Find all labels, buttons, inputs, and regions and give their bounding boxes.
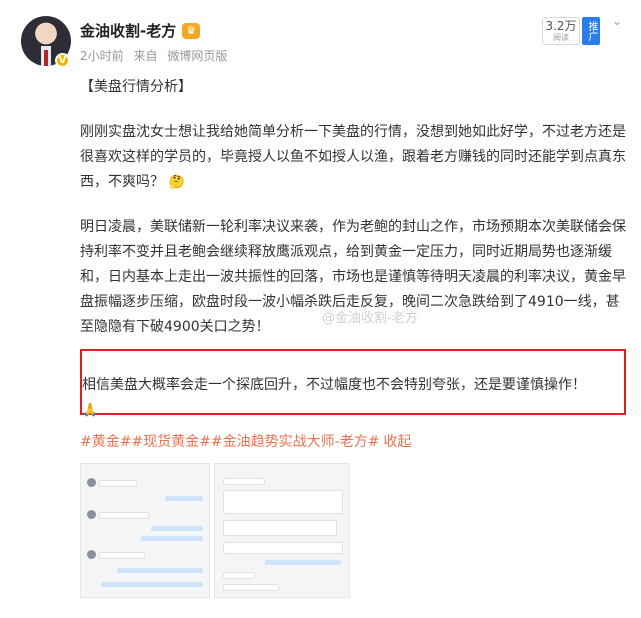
avatar-tie xyxy=(44,50,48,66)
chat-bubble xyxy=(117,568,203,573)
chat-bubble xyxy=(223,520,337,536)
post-content: 【美盘行情分析】 刚刚实盘沈女士想让我给她简单分析一下美盘的行情，没想到她如此好… xyxy=(80,70,626,340)
collapse-link[interactable]: 收起 xyxy=(383,434,411,450)
chevron-down-icon[interactable]: ⌄ xyxy=(612,14,622,28)
chat-bubble xyxy=(223,490,343,514)
paragraph-2: 明日凌晨，美联储新一轮利率决议来袭，作为老鲍的封山之作，市场预期本次美联储会保持… xyxy=(80,219,626,335)
chat-bubble xyxy=(223,584,279,591)
paragraph-3: 相信美盘大概率会走一个探底回升，不过幅度也不会特别夸张，还是要谨慎操作！ 🙏 xyxy=(82,373,624,423)
chat-bubble xyxy=(151,526,203,531)
post-source: 微博网页版 xyxy=(167,49,228,63)
chat-bubble xyxy=(223,542,343,554)
post-meta: 2小时前 来自 微博网页版 xyxy=(80,47,233,64)
chat-bubble xyxy=(265,560,341,565)
chat-bubble xyxy=(141,536,203,541)
chat-bubble xyxy=(165,496,203,501)
author-name[interactable]: 金油收割-老方 xyxy=(80,20,176,41)
chat-avatar xyxy=(87,550,96,559)
reads-count: 3.2万 xyxy=(545,19,577,33)
hashtag-links[interactable]: #黄金##现货黄金##金油趋势实战大师-老方# xyxy=(80,434,379,450)
paragraph-3-text: 相信美盘大概率会走一个探底回升，不过幅度也不会特别夸张，还是要谨慎操作！ xyxy=(82,377,586,393)
post-title: 【美盘行情分析】 xyxy=(80,79,192,95)
chat-avatar xyxy=(87,478,96,487)
post-time[interactable]: 2小时前 xyxy=(80,49,124,63)
post-header: V 金油收割-老方 ♛ 2小时前 来自 微博网页版 3.2万 阅读 推广 ⌄ xyxy=(0,0,641,80)
verified-badge-icon: V xyxy=(55,53,70,68)
paragraph-1-text: 刚刚实盘沈女士想让我给她简单分析一下美盘的行情，没想到她如此好学，不过老方还是很… xyxy=(80,124,626,190)
chat-bubble xyxy=(101,582,203,587)
chat-bubble xyxy=(223,478,265,485)
image-thumbnails xyxy=(80,463,350,598)
chat-bubble xyxy=(223,572,255,579)
chat-bubble xyxy=(99,512,149,519)
chat-bubble xyxy=(99,480,137,487)
reads-count-box: 3.2万 阅读 xyxy=(542,17,580,45)
pray-emoji-icon: 🙏 xyxy=(82,403,99,418)
chat-screenshot-2[interactable] xyxy=(214,463,350,598)
from-label: 来自 xyxy=(133,49,158,63)
crown-icon[interactable]: ♛ xyxy=(182,22,201,39)
chat-avatar xyxy=(87,510,96,519)
thinking-emoji-icon: 🤔 xyxy=(168,175,185,190)
chat-screenshot-1[interactable] xyxy=(80,463,210,598)
promote-button[interactable]: 推广 xyxy=(582,17,600,45)
paragraph-1: 刚刚实盘沈女士想让我给她简单分析一下美盘的行情，没想到她如此好学，不过老方还是很… xyxy=(80,120,626,195)
reads-label: 阅读 xyxy=(553,33,569,42)
author-row: 金油收割-老方 ♛ xyxy=(80,20,201,41)
chat-bubble xyxy=(99,552,145,559)
hashtags-row: #黄金##现货黄金##金油趋势实战大师-老方# 收起 xyxy=(80,432,411,452)
